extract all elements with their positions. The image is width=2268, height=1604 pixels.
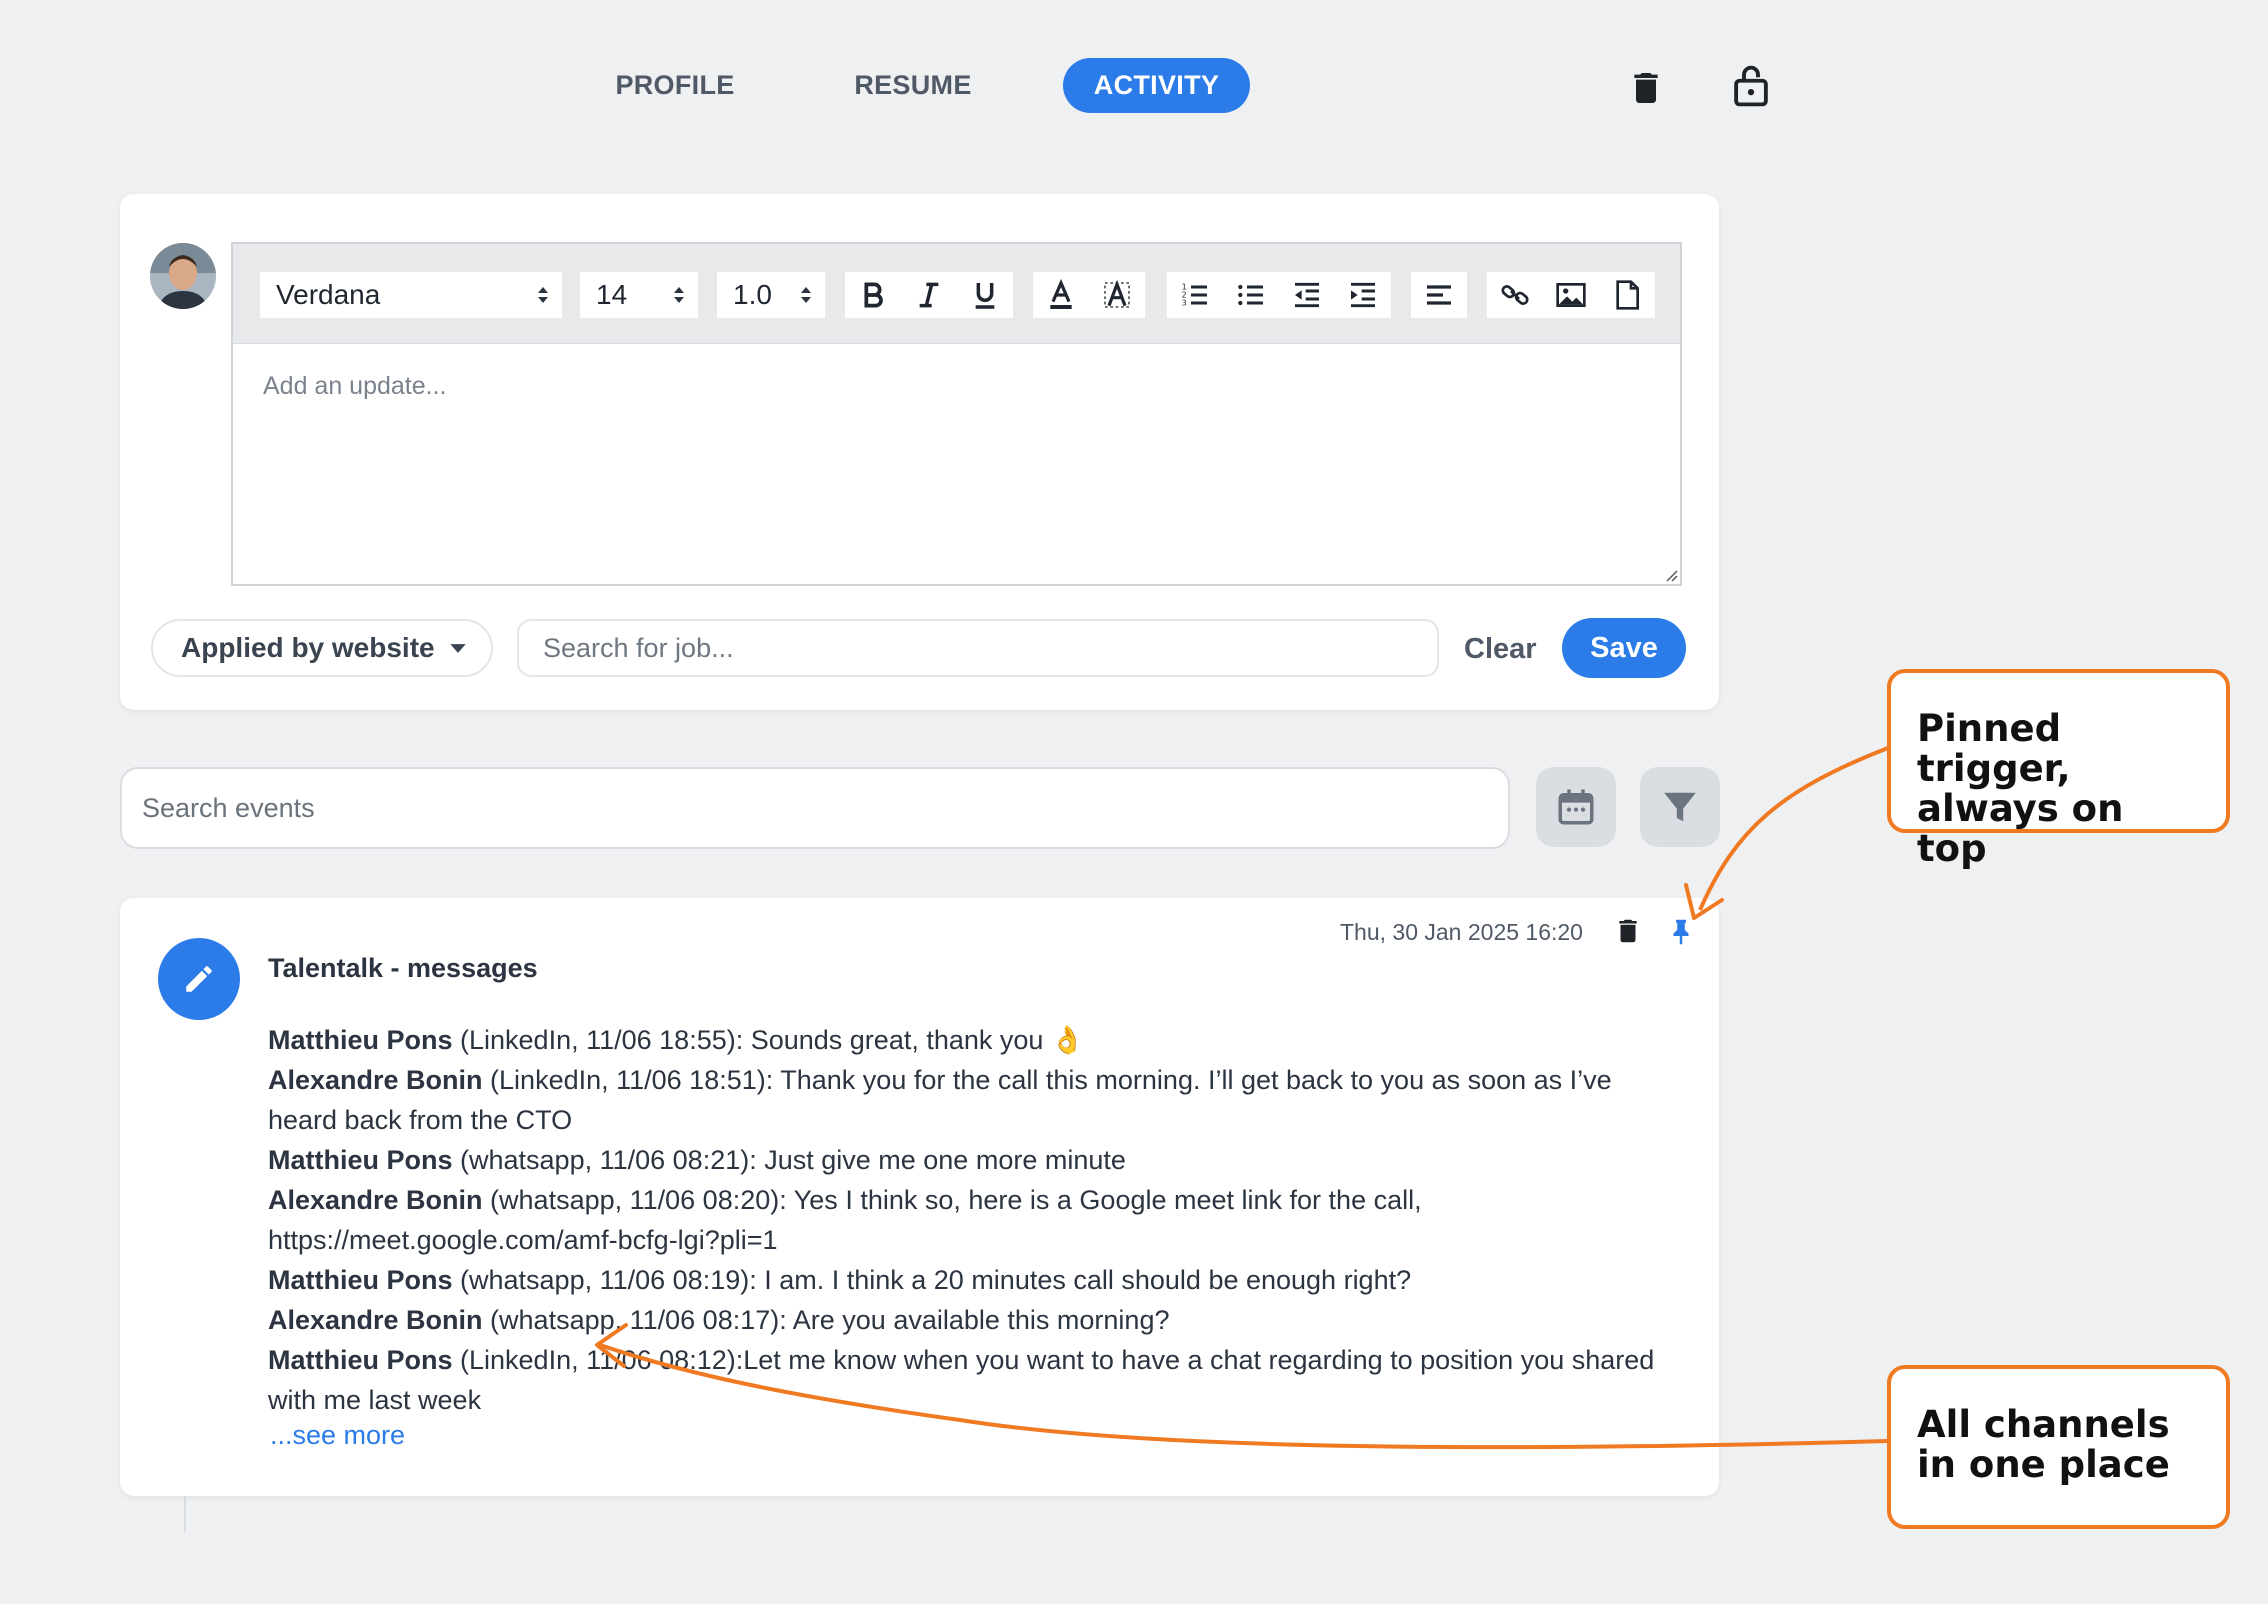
callout-channels: All channels in one place: [1887, 1365, 2230, 1529]
callout-pinned: Pinned trigger, always on top: [1887, 669, 2230, 869]
channels-arrow: [599, 1343, 1889, 1450]
pinned-arrow: [1698, 746, 1889, 911]
